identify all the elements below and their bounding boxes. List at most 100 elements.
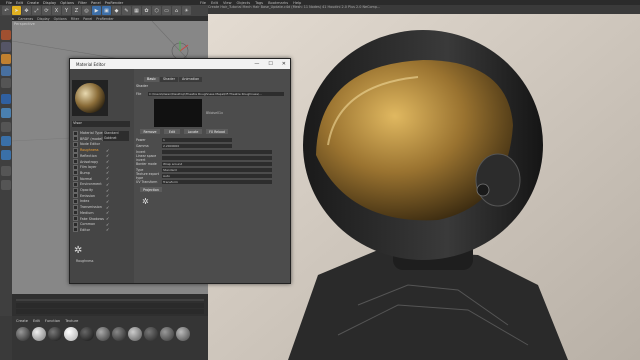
menu-item[interactable]: ProRender bbox=[105, 1, 124, 5]
viewport-menu-item[interactable]: Options bbox=[54, 17, 67, 21]
snap-icon[interactable] bbox=[1, 122, 11, 132]
make-editable-icon[interactable] bbox=[1, 30, 11, 40]
workplane-icon[interactable] bbox=[1, 136, 11, 146]
menu-item[interactable]: File bbox=[200, 1, 206, 5]
texture-icon[interactable] bbox=[1, 108, 11, 118]
locate-button[interactable]: Locate bbox=[184, 129, 202, 134]
xray-icon[interactable] bbox=[1, 180, 11, 190]
projection-button[interactable]: Projection bbox=[140, 187, 162, 192]
cloner-icon[interactable]: ✿ bbox=[142, 6, 151, 15]
material-menu-item[interactable]: Function bbox=[45, 319, 60, 323]
uv-mode-icon[interactable] bbox=[1, 78, 11, 88]
material-name-field[interactable]: Visor bbox=[72, 121, 130, 127]
x-axis-icon[interactable]: X bbox=[52, 6, 61, 15]
property-value[interactable]: 1 bbox=[162, 137, 232, 142]
menu-item[interactable]: Bookmarks bbox=[268, 1, 288, 5]
channel-item[interactable]: Editor ✓ bbox=[73, 227, 131, 233]
channel-checkbox[interactable] bbox=[73, 227, 78, 233]
property-value[interactable] bbox=[162, 155, 272, 160]
points-mode-icon[interactable] bbox=[1, 42, 11, 52]
property-value[interactable]: Auto bbox=[162, 173, 272, 178]
viewport-menu-item[interactable]: ProRender bbox=[96, 17, 113, 21]
material-swatches bbox=[16, 327, 190, 341]
deformer-icon[interactable]: ⬡ bbox=[152, 6, 161, 15]
viewport-menu-item[interactable]: Filter bbox=[71, 17, 79, 21]
close-icon[interactable]: ✕ bbox=[282, 61, 286, 67]
material-swatch[interactable] bbox=[112, 327, 126, 341]
scale-icon[interactable]: ⤢ bbox=[32, 6, 41, 15]
menu-item[interactable]: View bbox=[223, 1, 232, 5]
menu-item[interactable]: Objects bbox=[237, 1, 251, 5]
material-swatch[interactable] bbox=[160, 327, 174, 341]
camera-icon[interactable]: ⌂ bbox=[172, 6, 181, 15]
material-swatch[interactable] bbox=[144, 327, 158, 341]
property-value[interactable]: Wrap around bbox=[162, 161, 272, 166]
material-swatch[interactable] bbox=[16, 327, 30, 341]
menu-item[interactable]: File bbox=[6, 1, 12, 5]
menu-item[interactable]: Display bbox=[43, 1, 56, 5]
world-icon[interactable]: ◎ bbox=[82, 6, 91, 15]
cube-icon[interactable]: ◆ bbox=[112, 6, 121, 15]
node-icon[interactable]: ✲ bbox=[142, 197, 149, 206]
menu-item[interactable]: Panel bbox=[91, 1, 101, 5]
remove-button[interactable]: Remove bbox=[140, 129, 160, 134]
cursor-icon[interactable]: ➤ bbox=[12, 6, 21, 15]
material-menu-item[interactable]: Edit bbox=[33, 319, 40, 323]
viewport-menu-item[interactable]: Cameras bbox=[18, 17, 33, 21]
soft-selection-icon[interactable] bbox=[1, 166, 11, 176]
z-axis-icon[interactable]: Z bbox=[72, 6, 81, 15]
file-path-field[interactable]: C:\Users\Owen\Desktop\Theatre Roughness … bbox=[148, 91, 284, 96]
rotate-icon[interactable]: ⟳ bbox=[42, 6, 51, 15]
menu-item[interactable]: Tags bbox=[255, 1, 263, 5]
maximize-icon[interactable]: ☐ bbox=[268, 61, 272, 67]
floor-icon[interactable]: ▭ bbox=[162, 6, 171, 15]
material-swatch[interactable] bbox=[128, 327, 142, 341]
pen-icon[interactable]: ✎ bbox=[122, 6, 131, 15]
menu-item[interactable]: Edit bbox=[16, 1, 23, 5]
texture-thumbnail[interactable] bbox=[154, 99, 202, 127]
polygons-mode-icon[interactable] bbox=[1, 66, 11, 76]
tab-animation[interactable]: Animation bbox=[179, 77, 203, 82]
minimize-icon[interactable]: — bbox=[254, 61, 259, 67]
viewport-menu-item[interactable]: Display bbox=[37, 17, 50, 21]
material-swatch[interactable] bbox=[96, 327, 110, 341]
light-icon[interactable]: ☀ bbox=[182, 6, 191, 15]
material-swatch[interactable] bbox=[176, 327, 190, 341]
tab-basic[interactable]: Basic bbox=[144, 77, 159, 82]
render-view-icon[interactable]: ▣ bbox=[102, 6, 111, 15]
axis-icon[interactable] bbox=[1, 94, 11, 104]
tab-shader[interactable]: Shader bbox=[160, 77, 179, 82]
edges-mode-icon[interactable] bbox=[1, 54, 11, 64]
property-value[interactable] bbox=[162, 149, 272, 154]
material-menu-item[interactable]: Create bbox=[16, 319, 28, 323]
enabled-check-icon: ✓ bbox=[106, 227, 110, 233]
move-icon[interactable]: ✥ bbox=[22, 6, 31, 15]
render-icon[interactable]: ▶ bbox=[92, 6, 101, 15]
subdivide-icon[interactable]: ▦ bbox=[132, 6, 141, 15]
fx-reload-button[interactable]: FX Reload bbox=[206, 129, 228, 134]
property-value[interactable]: Standard bbox=[162, 167, 272, 172]
locked-workplane-icon[interactable] bbox=[1, 150, 11, 160]
y-axis-icon[interactable]: Y bbox=[62, 6, 71, 15]
edit-button[interactable]: Edit bbox=[164, 129, 180, 134]
property-label: Power bbox=[136, 137, 146, 142]
channel-label: Reflection bbox=[80, 153, 97, 158]
menu-item[interactable]: Options bbox=[60, 1, 74, 5]
menu-item[interactable]: Help bbox=[293, 1, 301, 5]
menu-item[interactable]: Edit bbox=[211, 1, 218, 5]
property-value[interactable]: Transform bbox=[162, 179, 272, 184]
timeline[interactable] bbox=[12, 294, 208, 316]
property-value[interactable]: 2.2000000 bbox=[162, 143, 232, 148]
material-swatch[interactable] bbox=[64, 327, 78, 341]
menu-item[interactable]: Filter bbox=[78, 1, 87, 5]
material-swatch[interactable] bbox=[32, 327, 46, 341]
material-swatch[interactable] bbox=[80, 327, 94, 341]
material-preview[interactable] bbox=[72, 80, 108, 116]
viewport-menu-item[interactable]: Panel bbox=[83, 17, 92, 21]
material-menu-item[interactable]: Texture bbox=[65, 319, 78, 323]
roughness-node-icon[interactable]: ✲ bbox=[74, 245, 82, 256]
undo-icon[interactable]: ↶ bbox=[2, 6, 11, 15]
material-swatch[interactable] bbox=[48, 327, 62, 341]
channel-label: Fake Shadows bbox=[80, 216, 104, 221]
menu-item[interactable]: Create bbox=[27, 1, 39, 5]
